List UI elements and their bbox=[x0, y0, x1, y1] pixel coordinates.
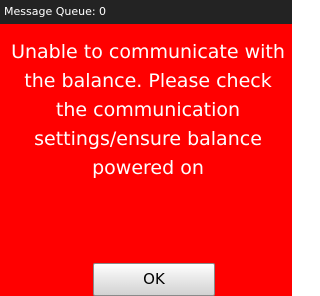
window-title: Message Queue: 0 bbox=[0, 0, 296, 24]
error-message: Unable to communicate with the balance. … bbox=[11, 41, 285, 179]
ok-button[interactable]: OK bbox=[93, 263, 215, 296]
message-dialog-window: Message Queue: 0 Unable to communicate w… bbox=[0, 0, 296, 296]
window-right-edge bbox=[292, 0, 296, 296]
